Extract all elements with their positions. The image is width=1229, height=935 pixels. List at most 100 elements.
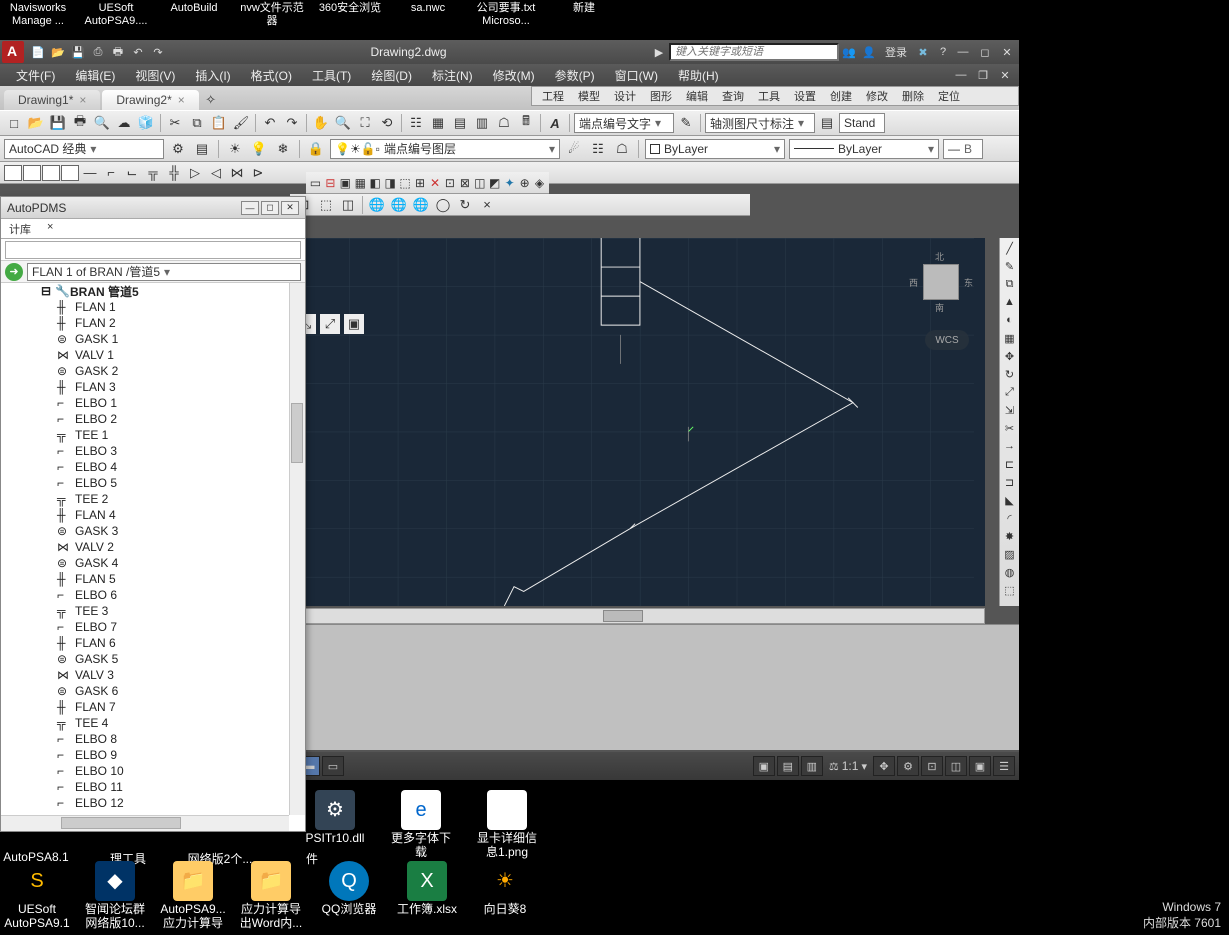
ws-switch-button[interactable]: ⚙ [897, 756, 919, 776]
play-icon[interactable]: ▶ [650, 43, 668, 61]
print-icon[interactable]: 🖶 [70, 113, 90, 133]
globe-icon[interactable]: 🌐 [367, 195, 387, 215]
cust-button[interactable]: ☰ [993, 756, 1015, 776]
saveas-icon[interactable]: ⎙ [89, 43, 107, 61]
cn-menu-item[interactable]: 定位 [932, 87, 966, 105]
cut-icon[interactable]: ✂ [165, 113, 185, 133]
et-icon[interactable]: ◩ [487, 174, 502, 192]
line-icon[interactable]: ╱ [1002, 240, 1018, 256]
break-icon[interactable]: ⊏ [1002, 456, 1018, 472]
desktop-icon[interactable]: sa.nwc [392, 2, 464, 28]
doc-restore-button[interactable]: ❐ [974, 66, 992, 84]
desktop-icon[interactable]: ◆智闻论坛群 网络版10... [82, 861, 148, 931]
open-icon[interactable]: 📂 [49, 43, 67, 61]
drawing-canvas[interactable]: 北 南 西 东 WCS ⤡ ⤢ ▣ [290, 238, 985, 606]
scrollbar-thumb[interactable] [61, 817, 181, 829]
et-icon[interactable]: ✕ [428, 174, 443, 192]
tree-item[interactable]: ⋈VALV 2 [1, 539, 289, 555]
et-icon[interactable]: ⊡ [442, 174, 457, 192]
tree-item[interactable]: ╫FLAN 6 [1, 635, 289, 651]
et-icon[interactable]: ◧ [368, 174, 383, 192]
dcenter-icon[interactable]: ▦ [428, 113, 448, 133]
save-icon[interactable]: 💾 [48, 113, 68, 133]
layer-mgr-icon[interactable]: ☄ [564, 139, 584, 159]
zoom-icon[interactable]: 🔍 [333, 113, 353, 133]
wipeout-icon[interactable]: ⬚ [1002, 582, 1018, 598]
tree-item[interactable]: ╫FLAN 4 [1, 507, 289, 523]
hw-button[interactable]: ⊡ [921, 756, 943, 776]
tree-hscrollbar[interactable] [1, 815, 289, 831]
desktop-icon[interactable]: Navisworks Manage ... [2, 2, 74, 28]
tree-item[interactable]: ⋈VALV 3 [1, 667, 289, 683]
tree-item[interactable]: ⊜GASK 3 [1, 523, 289, 539]
desktop-icon[interactable]: 公司要事.txt Microso... [470, 2, 542, 28]
tree-item[interactable]: ⌐ELBO 2 [1, 411, 289, 427]
pipe-tool-icon[interactable]: ⋈ [227, 163, 247, 183]
tree-item[interactable]: ⊜GASK 1 [1, 331, 289, 347]
search-icon[interactable]: 👥 [840, 43, 858, 61]
doc-close-button[interactable]: ✕ [996, 66, 1014, 84]
pipe-tool-icon[interactable]: ╬ [164, 163, 184, 183]
menu-format[interactable]: 格式(O) [243, 65, 300, 86]
extend-icon[interactable]: → [1002, 438, 1018, 454]
login-label[interactable]: 登录 [879, 44, 913, 60]
desktop-icon[interactable]: 🖼显卡详细信息1.png [474, 790, 540, 860]
panel-tab[interactable]: 计库 [1, 219, 39, 238]
et-icon[interactable]: ⊞ [413, 174, 428, 192]
panel-tab-close[interactable]: × [39, 219, 61, 238]
panel-titlebar[interactable]: AutoPDMS — ◻ ✕ [1, 197, 305, 219]
tree-item[interactable]: ⌐ELBO 4 [1, 459, 289, 475]
et-icon[interactable]: ⊕ [517, 174, 532, 192]
pipe-b-button[interactable]: B [61, 165, 79, 181]
calc-icon[interactable]: 🖩 [516, 113, 536, 133]
menu-draw[interactable]: 绘图(D) [363, 65, 420, 86]
anno-vis-button[interactable]: ✥ [873, 756, 895, 776]
pipe-z-button[interactable]: Z [23, 165, 41, 181]
desktop-icon[interactable]: 新建 [548, 2, 620, 28]
copy-icon[interactable]: ⧉ [187, 113, 207, 133]
tree-item[interactable]: ⌐ELBO 8 [1, 731, 289, 747]
paste-icon[interactable]: 📋 [209, 113, 229, 133]
component-tree[interactable]: ⊟🔧 BRAN 管道5╫FLAN 1╫FLAN 2⊜GASK 1⋈VALV 1⊜… [1, 283, 289, 815]
refresh-icon[interactable]: ↻ [455, 195, 475, 215]
desktop-icon[interactable]: SUESoft AutoPSA9.1 [4, 861, 70, 931]
match-icon[interactable]: 🖌 [231, 113, 251, 133]
close-x-icon[interactable]: × [477, 195, 497, 215]
layer-state-icon[interactable]: ☷ [588, 139, 608, 159]
panel-max-button[interactable]: ◻ [261, 201, 279, 215]
tree-item[interactable]: ⌐ELBO 12 [1, 795, 289, 811]
pipe-tool-icon[interactable]: ⌙ [122, 163, 142, 183]
breadcrumb-combo[interactable]: FLAN 1 of BRAN /管道5▾ [27, 263, 301, 281]
tree-item[interactable]: ⌐ELBO 9 [1, 747, 289, 763]
undo-icon[interactable]: ↶ [260, 113, 280, 133]
ws-icon[interactable]: ▤ [192, 139, 212, 159]
menu-tools[interactable]: 工具(T) [304, 65, 359, 86]
erase-icon[interactable]: ✎ [1002, 258, 1018, 274]
desktop-icon[interactable]: e更多字体下载 [388, 790, 454, 860]
tree-item[interactable]: ╫FLAN 2 [1, 315, 289, 331]
lineweight-combo[interactable]: —B [943, 139, 983, 159]
cn-menu-item[interactable]: 查询 [716, 87, 750, 105]
model-tab-button[interactable]: ▣ [753, 756, 775, 776]
new-icon[interactable]: 📄 [29, 43, 47, 61]
et-icon[interactable]: ▦ [353, 174, 368, 192]
pipe-tool-icon[interactable]: ▷ [185, 163, 205, 183]
viewcube-face[interactable] [923, 264, 959, 300]
cn-menu-item[interactable]: 修改 [860, 87, 894, 105]
pipe-s-button[interactable]: S [4, 165, 22, 181]
undo-icon[interactable]: ↶ [129, 43, 147, 61]
tree-item[interactable]: ╫FLAN 1 [1, 299, 289, 315]
explode-icon[interactable]: ✸ [1002, 528, 1018, 544]
et-icon[interactable]: ⊠ [457, 174, 472, 192]
tree-item[interactable]: ⊜GASK 5 [1, 651, 289, 667]
menu-insert[interactable]: 插入(I) [187, 65, 238, 86]
tree-item[interactable]: ⌐ELBO 5 [1, 475, 289, 491]
cn-menu-item[interactable]: 删除 [896, 87, 930, 105]
cn-menu-item[interactable]: 设计 [608, 87, 642, 105]
menu-help[interactable]: 帮助(H) [670, 65, 727, 86]
wcs-badge[interactable]: WCS [925, 330, 969, 350]
menu-window[interactable]: 窗口(W) [607, 65, 666, 86]
menu-file[interactable]: 文件(F) [8, 65, 63, 86]
move-icon[interactable]: ✥ [1002, 348, 1018, 364]
minimize-button[interactable]: — [953, 44, 973, 60]
